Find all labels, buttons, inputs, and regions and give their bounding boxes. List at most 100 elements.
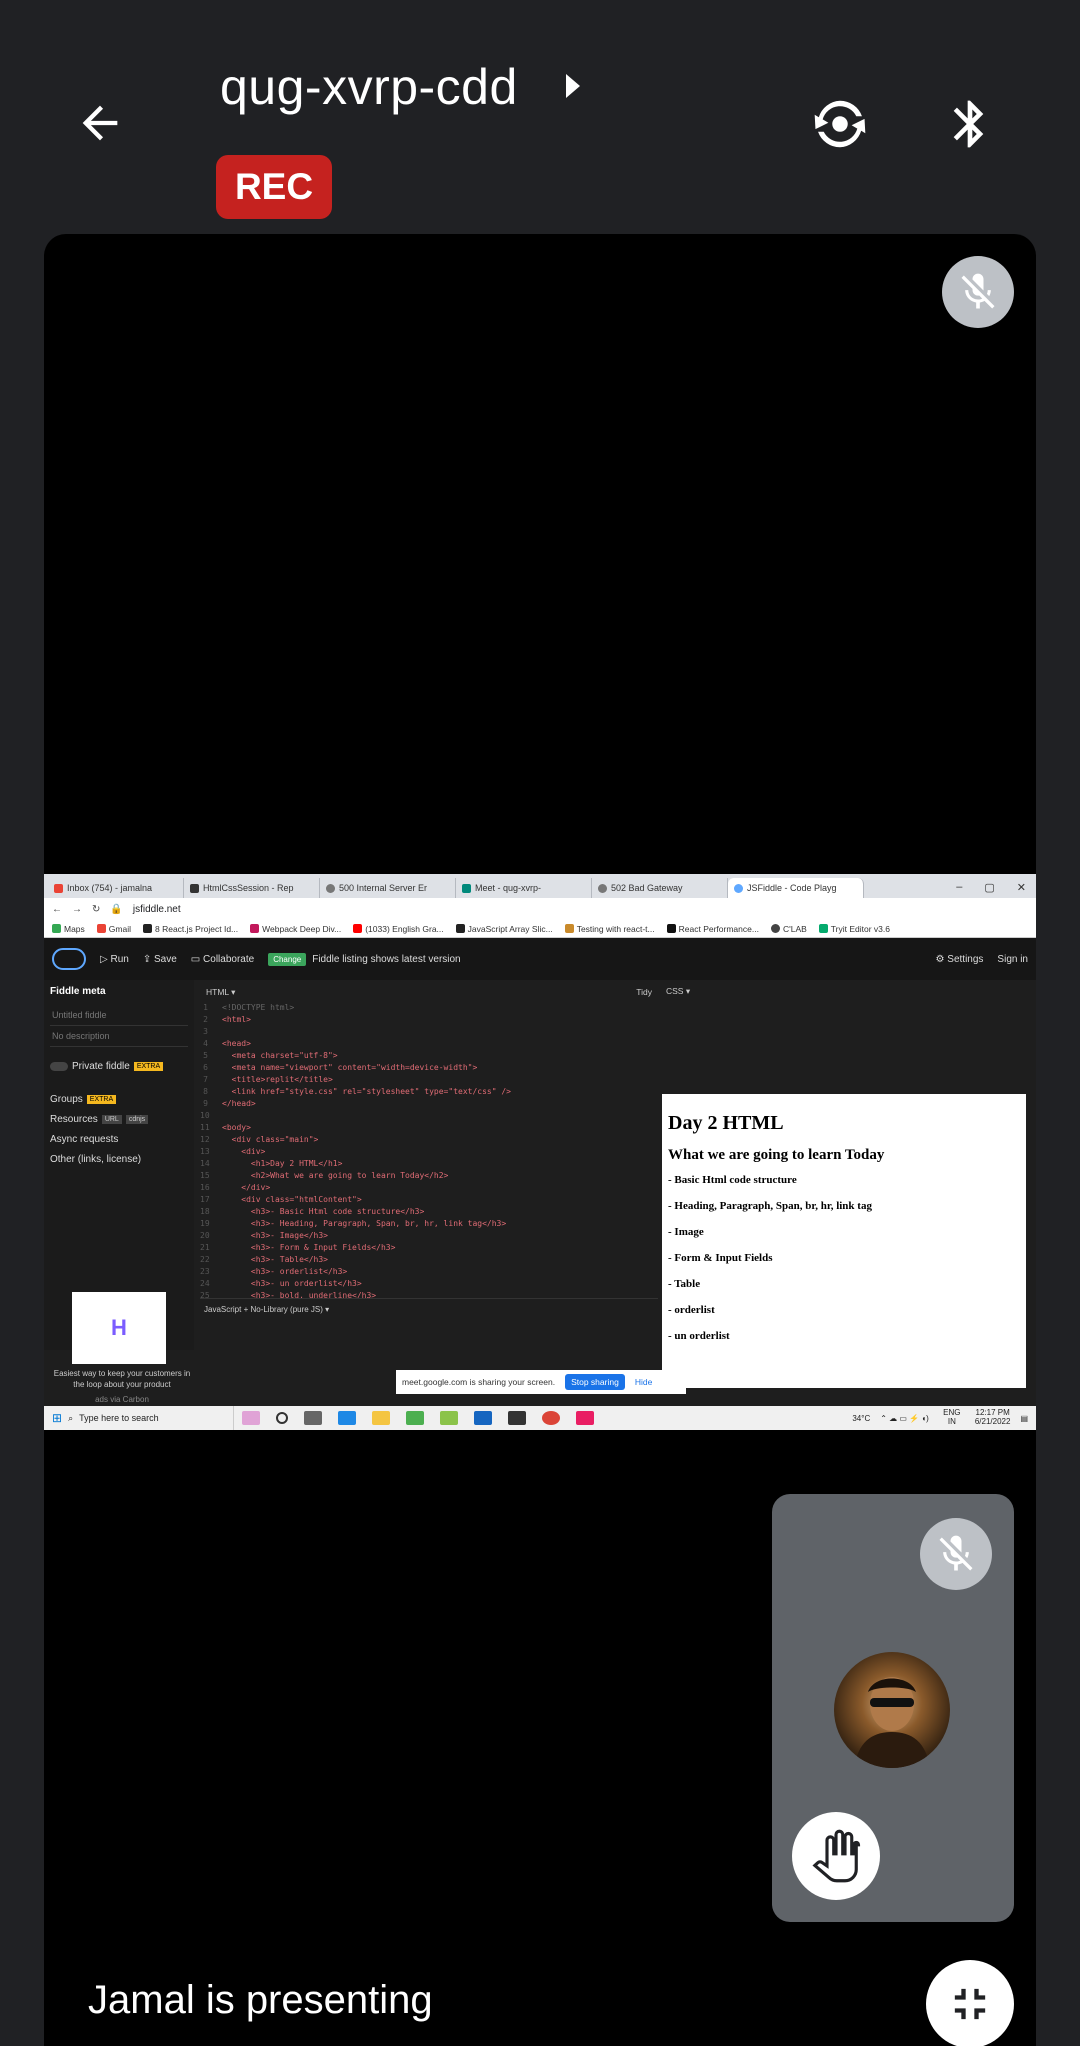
fiddle-meta-panel: Fiddle meta Untitled fiddle No descripti… bbox=[44, 980, 194, 1404]
windows-start-icon[interactable]: ⊞ bbox=[52, 1411, 62, 1425]
bookmark-item[interactable]: JavaScript Array Slic... bbox=[455, 924, 553, 934]
title-field[interactable]: Untitled fiddle bbox=[50, 1005, 188, 1026]
run-button[interactable]: ▷ Run bbox=[100, 954, 129, 965]
bookmark-item[interactable]: Maps bbox=[52, 924, 85, 934]
async-link[interactable]: Async requests bbox=[50, 1134, 188, 1145]
caret-right-icon[interactable] bbox=[562, 71, 584, 101]
close-icon[interactable]: ✕ bbox=[1017, 881, 1026, 894]
switch-camera-icon bbox=[814, 100, 866, 148]
mongodb-icon[interactable] bbox=[406, 1411, 424, 1425]
result-item: - Image bbox=[668, 1226, 704, 1238]
jsfiddle-logo[interactable] bbox=[52, 948, 86, 970]
cortana-icon[interactable] bbox=[276, 1412, 288, 1424]
exit-fullscreen-button[interactable] bbox=[926, 1960, 1014, 2046]
back-icon[interactable]: ← bbox=[52, 904, 62, 915]
recording-badge: REC bbox=[216, 155, 332, 219]
tab-title: JSFiddle - Code Playg bbox=[747, 883, 837, 893]
reload-icon[interactable]: ↻ bbox=[92, 904, 100, 915]
code-line: 6 <meta name="viewport" content="width=d… bbox=[203, 1063, 478, 1072]
code-line: 13 <div> bbox=[200, 1147, 266, 1156]
description-field[interactable]: No description bbox=[50, 1026, 188, 1047]
chrome-icon[interactable] bbox=[542, 1411, 560, 1425]
terminal-icon[interactable] bbox=[508, 1411, 526, 1425]
forward-icon[interactable]: → bbox=[72, 904, 82, 915]
minimize-icon[interactable]: – bbox=[956, 881, 962, 894]
groups-link[interactable]: Groups EXTRA bbox=[50, 1094, 188, 1105]
html-panel-label[interactable]: HTML ▾ bbox=[206, 986, 235, 1002]
clock[interactable]: 12:17 PM 6/21/2022 bbox=[975, 1408, 1011, 1427]
code-line: 12 <div class="main"> bbox=[200, 1135, 319, 1144]
code-line: 17 <div class="htmlContent"> bbox=[200, 1195, 362, 1204]
browser-tab[interactable]: Inbox (754) - jamalna bbox=[48, 878, 184, 898]
bookmark-item[interactable]: React Performance... bbox=[666, 924, 759, 934]
ad-text[interactable]: Easiest way to keep your customers in th… bbox=[48, 1368, 196, 1406]
taskbar-app-icon[interactable] bbox=[242, 1411, 260, 1425]
maximize-icon[interactable]: ▢ bbox=[984, 881, 994, 894]
raise-hand-button[interactable] bbox=[792, 1812, 880, 1900]
tray-icons[interactable]: ⌃ ☁ ▭ ⚡ ◖) bbox=[880, 1414, 929, 1423]
bluetooth-button[interactable] bbox=[930, 84, 1010, 164]
bookmark-item[interactable]: (1033) English Gra... bbox=[353, 924, 444, 934]
hide-button[interactable]: Hide bbox=[635, 1377, 652, 1387]
bookmark-item[interactable]: Gmail bbox=[96, 924, 131, 934]
notification-icon[interactable]: ▤ bbox=[1020, 1414, 1028, 1423]
browser-tab[interactable]: 500 Internal Server Er bbox=[320, 878, 456, 898]
tidy-button[interactable]: Tidy bbox=[636, 986, 652, 1002]
result-item: - Heading, Paragraph, Span, br, hr, link… bbox=[668, 1200, 872, 1212]
js-panel-label[interactable]: JavaScript + No-Library (pure JS) ▾ bbox=[200, 1298, 658, 1350]
app-icon[interactable] bbox=[440, 1411, 458, 1425]
task-view-icon[interactable] bbox=[304, 1411, 322, 1425]
bookmark-item[interactable]: 8 React.js Project Id... bbox=[143, 924, 238, 934]
code-line: 24 <h3>- un orderlist</h3> bbox=[200, 1279, 362, 1288]
tab-title: HtmlCssSession - Rep bbox=[203, 883, 294, 893]
address-bar: ← → ↻ 🔒 jsfiddle.net bbox=[44, 898, 1036, 920]
vscode-icon[interactable] bbox=[338, 1411, 356, 1425]
window-controls: – ▢ ✕ bbox=[956, 881, 1036, 898]
result-item: - un orderlist bbox=[668, 1330, 730, 1342]
private-toggle[interactable]: Private fiddle EXTRA bbox=[50, 1061, 188, 1072]
code-line: 15 <h2>What we are going to learn Today<… bbox=[200, 1171, 449, 1180]
bookmark-item[interactable]: C'LAB bbox=[770, 924, 807, 934]
avatar-portrait bbox=[854, 1677, 930, 1768]
taskbar-search[interactable]: ⊞ ⌕ Type here to search bbox=[44, 1406, 234, 1430]
html-editor[interactable]: HTML ▾ Tidy 1 <!DOCTYPE html> 2 <html> 3 4 <hea… bbox=[200, 980, 658, 1300]
bookmark-item[interactable]: Tryit Editor v3.6 bbox=[818, 924, 890, 934]
code-line: 4 <head> bbox=[203, 1039, 251, 1048]
bookmark-item[interactable]: Webpack Deep Div... bbox=[250, 924, 341, 934]
result-h1: Day 2 HTML bbox=[668, 1112, 784, 1134]
slack-icon[interactable] bbox=[576, 1411, 594, 1425]
browser-tab[interactable]: 502 Bad Gateway bbox=[592, 878, 728, 898]
result-h2: What we are going to learn Today bbox=[668, 1147, 885, 1163]
resources-link[interactable]: Resources URL cdnjs bbox=[50, 1114, 188, 1125]
browser-tab-active[interactable]: JSFiddle - Code Playg bbox=[728, 878, 864, 898]
result-panel: Day 2 HTML What we are going to learn To… bbox=[662, 1094, 1026, 1388]
other-link[interactable]: Other (links, license) bbox=[50, 1154, 188, 1165]
carbon-ad-image[interactable]: H bbox=[72, 1292, 166, 1364]
save-button[interactable]: ⇪ Save bbox=[143, 954, 177, 965]
stop-sharing-button[interactable]: Stop sharing bbox=[565, 1374, 625, 1390]
language-indicator[interactable]: ENG IN bbox=[939, 1408, 965, 1427]
self-video-tile[interactable] bbox=[772, 1494, 1014, 1922]
weather-temp[interactable]: 34°C bbox=[852, 1414, 870, 1423]
settings-button[interactable]: ⚙ Settings bbox=[936, 954, 984, 965]
url-text[interactable]: jsfiddle.net bbox=[133, 904, 181, 915]
bookmark-item[interactable]: Testing with react-t... bbox=[564, 924, 655, 934]
css-panel-label[interactable]: CSS ▾ bbox=[662, 980, 1036, 1003]
switch-camera-button[interactable] bbox=[800, 84, 880, 164]
browser-tab[interactable]: HtmlCssSession - Rep bbox=[184, 878, 320, 898]
code-line: 1 <!DOCTYPE html> bbox=[203, 1003, 295, 1012]
code-line: 9 </head> bbox=[203, 1099, 256, 1108]
back-button[interactable] bbox=[62, 85, 138, 161]
code-line: 14 <h1>Day 2 HTML</h1> bbox=[200, 1159, 343, 1168]
result-item: - Form & Input Fields bbox=[668, 1252, 773, 1264]
collaborate-button[interactable]: ▭ Collaborate bbox=[191, 954, 254, 965]
file-explorer-icon[interactable] bbox=[372, 1411, 390, 1425]
sign-in-link[interactable]: Sign in bbox=[997, 954, 1028, 965]
code-line: 8 <link href="style.css" rel="stylesheet… bbox=[203, 1087, 511, 1096]
tab-title: 502 Bad Gateway bbox=[611, 883, 683, 893]
mail-icon[interactable] bbox=[474, 1411, 492, 1425]
meeting-code[interactable]: qug-xvrp-cdd bbox=[220, 58, 518, 116]
code-line: 5 <meta charset="utf-8"> bbox=[203, 1051, 338, 1060]
change-badge[interactable]: Change bbox=[268, 952, 307, 966]
browser-tab[interactable]: Meet - qug-xvrp- bbox=[456, 878, 592, 898]
